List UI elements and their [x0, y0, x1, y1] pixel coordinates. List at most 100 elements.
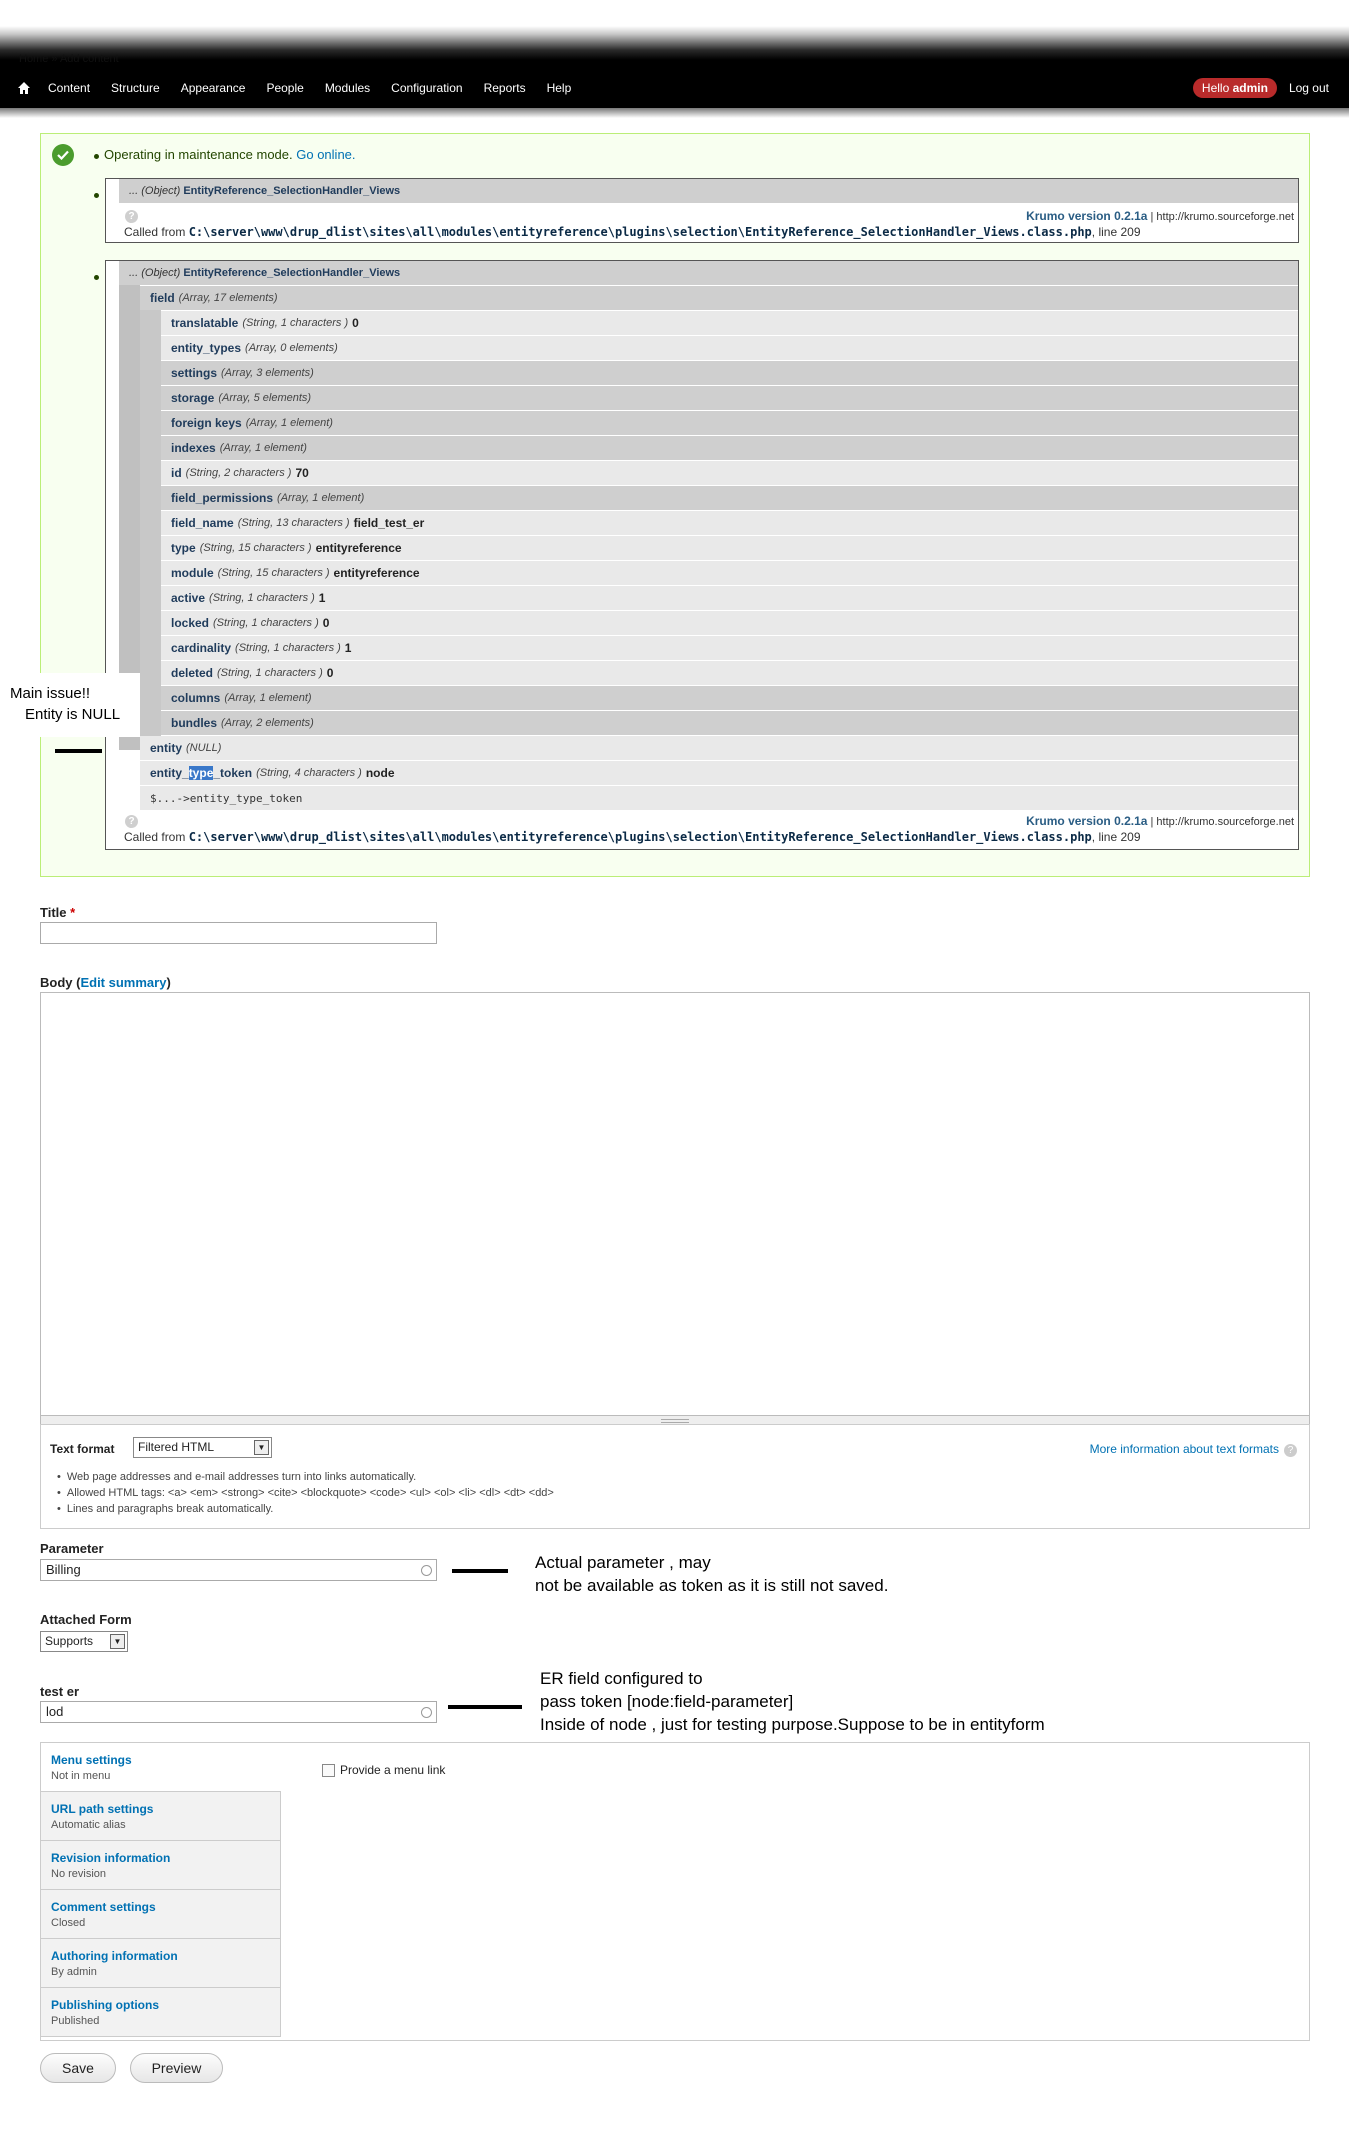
text-format-select[interactable]: Filtered HTML ▼: [133, 1437, 272, 1458]
attached-form-select[interactable]: Supports ▼: [40, 1631, 128, 1652]
autocomplete-icon: [421, 1565, 432, 1576]
called-from-label: Called from: [124, 830, 186, 844]
krumo-row[interactable]: foreign keys (Array, 1 element): [161, 411, 1298, 435]
krumo-entity-row[interactable]: entity (NULL): [140, 736, 1298, 760]
menu-link-checkbox[interactable]: [322, 1763, 335, 1777]
provide-menu-link[interactable]: Provide a menu link: [322, 1763, 445, 1777]
title-input[interactable]: [40, 922, 437, 944]
row-value: 0: [352, 316, 359, 330]
hello-badge[interactable]: Hello admin: [1192, 78, 1277, 98]
status-messages: Operating in maintenance mode. Go online…: [40, 133, 1310, 877]
vertical-tab[interactable]: Authoring information By admin: [41, 1939, 281, 1988]
krumo-root[interactable]: ... (Object) EntityReference_SelectionHan…: [119, 261, 1298, 285]
text-format-value: Filtered HTML: [138, 1440, 215, 1454]
row-name: entity: [150, 741, 183, 755]
chevron-down-icon: ▼: [110, 1634, 125, 1649]
krumo-row[interactable]: indexes (Array, 1 element): [161, 436, 1298, 460]
vertical-tab[interactable]: Comment settings Closed: [41, 1890, 281, 1939]
krumo-field-row[interactable]: field (Array, 17 elements): [140, 286, 1298, 310]
top-fade: [0, 0, 1349, 68]
attached-form-value: Supports: [45, 1634, 94, 1648]
annotation-text: ER field configured to: [540, 1669, 703, 1688]
krumo-root-type: ... (Object): [129, 267, 181, 279]
save-button[interactable]: Save: [40, 2053, 116, 2083]
row-type: (Array, 3 elements): [221, 367, 314, 379]
row-type: (Array, 5 elements): [218, 392, 312, 404]
krumo-root-class: EntityReference_SelectionHandler_Views: [183, 185, 401, 197]
krumo-row[interactable]: storage (Array, 5 elements): [161, 386, 1298, 410]
row-type: (Array, 1 element): [219, 442, 307, 454]
body-textarea[interactable]: [40, 992, 1310, 1416]
vertical-tab[interactable]: Revision information No revision: [41, 1841, 281, 1890]
krumo-version-label[interactable]: Krumo version 0.2.1a: [1026, 814, 1147, 828]
vertical-tab-summary: Automatic alias: [51, 1819, 126, 1831]
test-er-input[interactable]: lod: [40, 1701, 437, 1723]
krumo-row[interactable]: type (String, 15 characters ) entityrefere…: [161, 536, 1298, 560]
home-icon[interactable]: [18, 82, 36, 94]
parameter-input[interactable]: Billing: [40, 1559, 437, 1581]
vertical-tab-title: Publishing options: [51, 1998, 159, 2012]
help-icon[interactable]: ?: [125, 815, 138, 828]
preview-button[interactable]: Preview: [130, 2053, 223, 2083]
row-name: settings: [171, 366, 218, 380]
logout-link[interactable]: Log out: [1289, 81, 1329, 95]
row-type: (NULL): [186, 742, 222, 754]
row-type: (Array, 0 elements): [245, 342, 338, 354]
krumo-row[interactable]: translatable (String, 1 characters ) 0: [161, 311, 1298, 335]
annotation-text: Actual parameter , may: [535, 1553, 711, 1572]
krumo-row[interactable]: id (String, 2 characters ) 70: [161, 461, 1298, 485]
krumo-row[interactable]: bundles (Array, 2 elements): [161, 711, 1298, 735]
called-from-file: C:\server\www\drup_dlist\sites\all\modul…: [188, 225, 1092, 239]
row-name: foreign keys: [171, 416, 242, 430]
more-info-link[interactable]: More information about text formats?: [1090, 1442, 1297, 1457]
edit-summary-link[interactable]: Edit summary: [80, 975, 166, 990]
krumo-called-from: Called from C:\server\www\drup_dlist\sit…: [124, 830, 1141, 844]
krumo-row[interactable]: field_permissions (Array, 1 element): [161, 486, 1298, 510]
vertical-tab-summary: By admin: [51, 1966, 97, 1978]
chevron-down-icon: ▼: [254, 1440, 269, 1455]
krumo-row[interactable]: field_name (String, 13 characters ) field_…: [161, 511, 1298, 535]
vertical-tab-summary: Not in menu: [51, 1770, 111, 1782]
krumo-version: Krumo version 0.2.1a | http://krumo.sour…: [1026, 814, 1294, 828]
krumo-row[interactable]: module (String, 15 characters ) entityrefe…: [161, 561, 1298, 585]
krumo-row[interactable]: cardinality (String, 1 characters ) 1: [161, 636, 1298, 660]
toolbar-menu-item[interactable]: Configuration: [391, 81, 462, 95]
krumo-entity-type-token-row[interactable]: entity_type_token (String, 4 characters )…: [140, 761, 1298, 785]
vertical-tabs: Menu settings Not in menu URL path setting…: [40, 1742, 1310, 2041]
row-type: (String, 4 characters ): [256, 767, 362, 779]
row-name: columns: [171, 691, 221, 705]
krumo-row[interactable]: deleted (String, 1 characters ) 0: [161, 661, 1298, 685]
krumo-root[interactable]: ... (Object) EntityReference_SelectionHan…: [119, 179, 1298, 203]
krumo-row[interactable]: active (String, 1 characters ) 1: [161, 586, 1298, 610]
row-type: (String, 15 characters ): [217, 567, 330, 579]
krumo-version-label[interactable]: Krumo version 0.2.1a: [1026, 209, 1147, 223]
krumo-row[interactable]: locked (String, 1 characters ) 0: [161, 611, 1298, 635]
row-name: cardinality: [171, 641, 232, 655]
go-online-link[interactable]: Go online.: [296, 147, 355, 162]
vertical-tab[interactable]: URL path settings Automatic alias: [41, 1792, 281, 1841]
row-value: 1: [344, 641, 352, 655]
autocomplete-icon: [421, 1707, 432, 1718]
krumo-row[interactable]: entity_types (Array, 0 elements): [161, 336, 1298, 360]
vertical-tab[interactable]: Menu settings Not in menu: [41, 1743, 281, 1792]
vertical-tab[interactable]: Publishing options Published: [41, 1988, 281, 2037]
toolbar-menu-item[interactable]: Content: [48, 81, 90, 95]
annotation-text: Inside of node , just for testing purpos…: [540, 1715, 1045, 1734]
toolbar-menu-item[interactable]: Structure: [111, 81, 160, 95]
toolbar-menu-item[interactable]: Help: [547, 81, 572, 95]
krumo-row[interactable]: settings (Array, 3 elements): [161, 361, 1298, 385]
toolbar-menu-item[interactable]: People: [266, 81, 303, 95]
help-icon: ?: [1284, 1444, 1297, 1457]
body-label-close: ): [166, 975, 171, 990]
krumo-called-from: Called from C:\server\www\drup_dlist\sit…: [124, 225, 1141, 239]
row-name: storage: [171, 391, 215, 405]
krumo-row[interactable]: columns (Array, 1 element): [161, 686, 1298, 710]
help-icon[interactable]: ?: [125, 210, 138, 223]
toolbar-menu-item[interactable]: Appearance: [181, 81, 246, 95]
parameter-value: Billing: [46, 1562, 81, 1577]
vertical-tab-title: Comment settings: [51, 1900, 156, 1914]
toolbar-menu-item[interactable]: Reports: [484, 81, 526, 95]
toolbar-menu-item[interactable]: Modules: [325, 81, 370, 95]
row-type: (Array, 1 element): [277, 492, 365, 504]
name-part: _token: [213, 766, 253, 780]
